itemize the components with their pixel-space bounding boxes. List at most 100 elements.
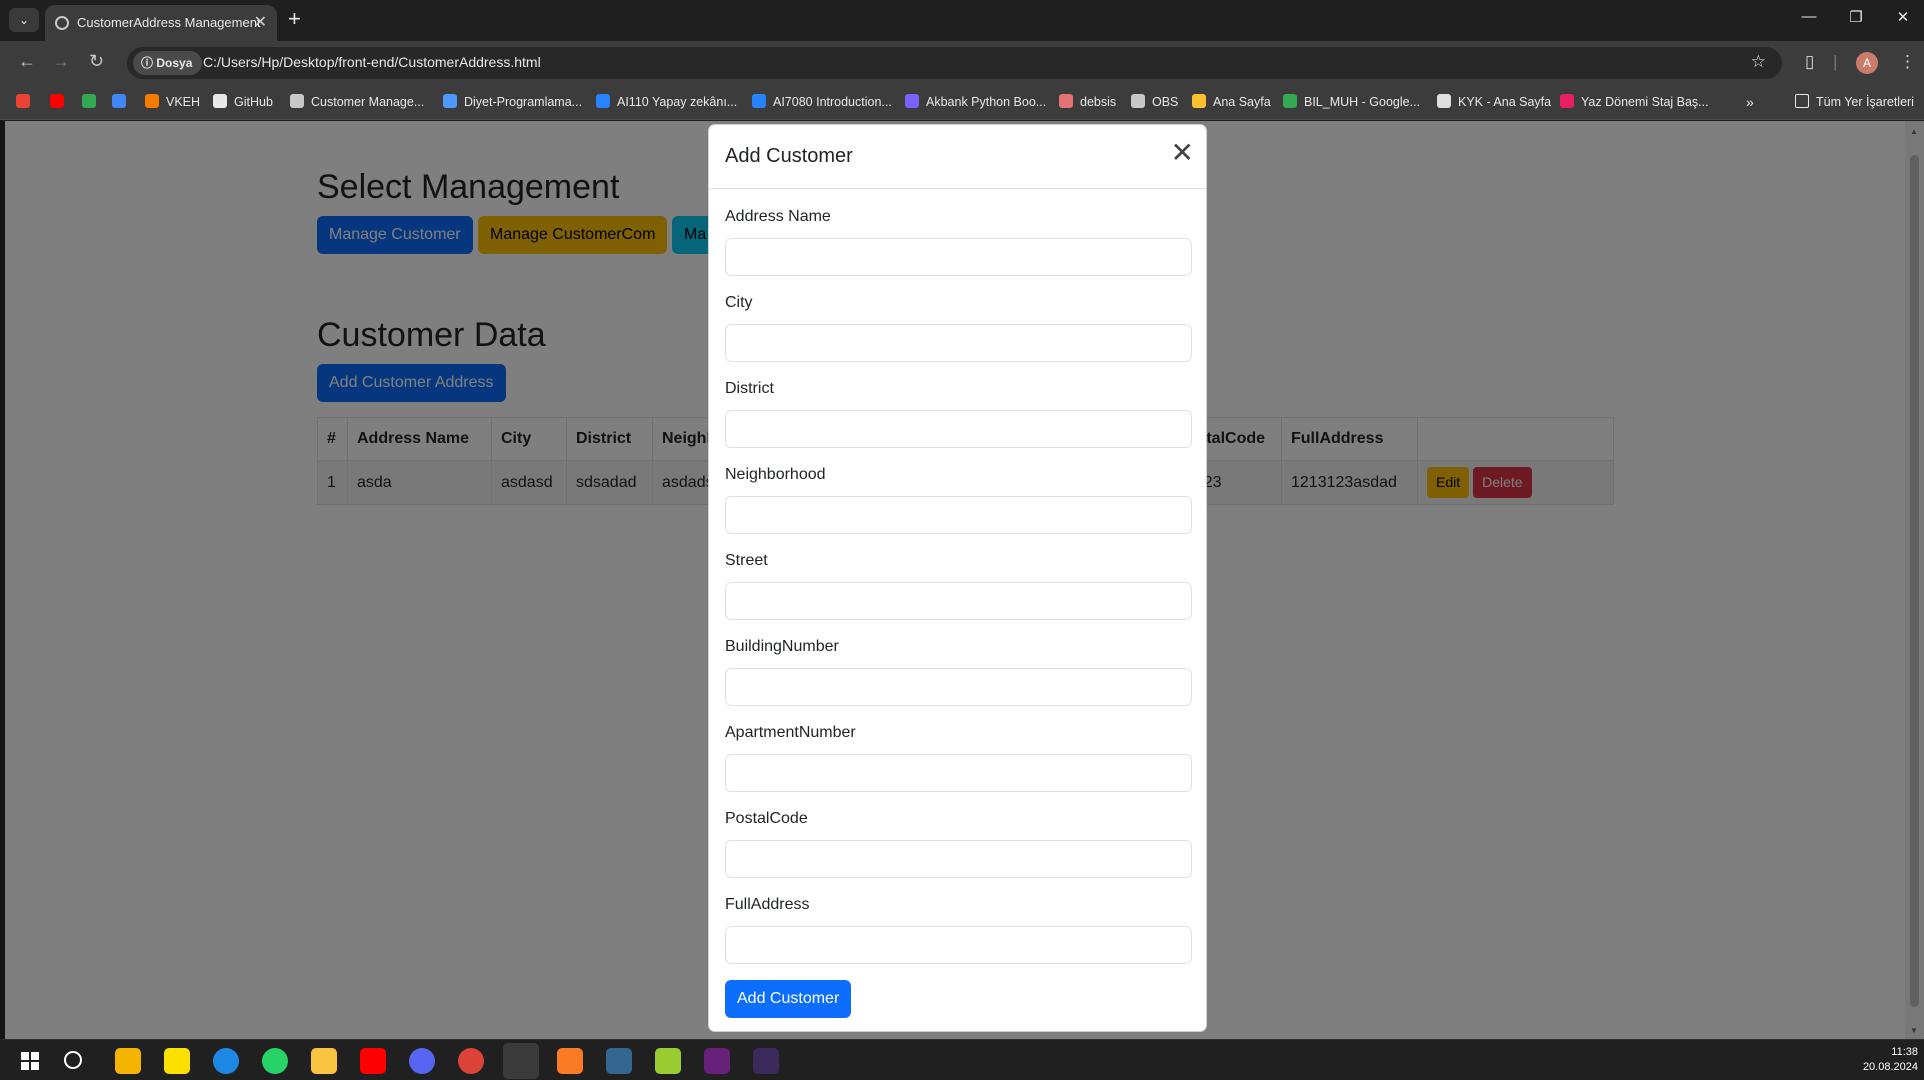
site-info-label: Dosya (156, 56, 193, 70)
close-icon[interactable]: ✕ (1171, 139, 1194, 167)
close-tab-icon[interactable]: ✕ (254, 12, 267, 32)
address-name-input[interactable] (725, 238, 1192, 276)
bookmark-item[interactable] (16, 94, 37, 109)
chrome-active-icon[interactable] (503, 1043, 539, 1079)
browser-tab[interactable]: CustomerAddress Management ✕ (45, 5, 277, 41)
globe-icon (290, 94, 304, 108)
info-icon: ⓘ (141, 56, 157, 70)
street-input[interactable] (725, 582, 1192, 620)
bookmark-item[interactable]: debsis (1059, 94, 1116, 109)
apartment-number-label: ApartmentNumber (725, 724, 856, 741)
tab-strip: ⌄ CustomerAddress Management ✕ + — ❐ ✕ (0, 0, 1924, 41)
full-address-input[interactable] (725, 926, 1192, 964)
kyk-icon (1437, 94, 1451, 108)
bookmark-item[interactable]: OBS (1131, 94, 1178, 109)
bookmark-item[interactable]: GitHub (213, 94, 273, 109)
bookmark-label: Yaz Dönemi Staj Baş... (1581, 95, 1709, 109)
vkeh-icon (145, 94, 159, 108)
file-explorer-icon[interactable] (311, 1048, 337, 1074)
window-close-icon[interactable]: ✕ (1883, 8, 1923, 26)
system-clock[interactable]: 11:38 20.08.2024 (1863, 1045, 1918, 1075)
apartment-number-input[interactable] (725, 754, 1192, 792)
menu-icon[interactable]: ⋮ (1899, 52, 1916, 72)
xampp-icon[interactable] (557, 1048, 583, 1074)
full-address-label: FullAddress (725, 896, 810, 913)
building-number-input[interactable] (725, 668, 1192, 706)
terminal-icon[interactable] (753, 1048, 779, 1074)
back-icon[interactable]: ← (18, 51, 36, 72)
bookmark-item[interactable]: Ana Sayfa (1192, 94, 1271, 109)
drive-icon (1283, 94, 1297, 108)
minimize-icon[interactable]: — (1789, 8, 1829, 25)
postal-code-input[interactable] (725, 840, 1192, 878)
bookmark-item[interactable] (82, 94, 103, 109)
tool-icon[interactable] (655, 1048, 681, 1074)
bookmark-item[interactable] (50, 94, 71, 109)
pen-icon (752, 94, 766, 108)
city-group: City (725, 291, 1192, 362)
edge-icon[interactable] (213, 1048, 239, 1074)
profile-avatar[interactable]: A (1856, 52, 1878, 74)
discord-icon[interactable] (409, 1048, 435, 1074)
postgresql-icon[interactable] (606, 1048, 632, 1074)
bookmark-item[interactable]: AI7080 Introduction... (752, 94, 892, 109)
whatsapp-icon[interactable] (262, 1048, 288, 1074)
page-viewport: Select Management Manage Customer Manage… (0, 121, 1924, 1039)
visual-studio-icon[interactable] (704, 1048, 730, 1074)
bookmark-item[interactable]: KYK - Ana Sayfa (1437, 94, 1551, 109)
bookmark-label: OBS (1152, 95, 1179, 109)
add-customer-modal: Add Customer ✕ Address Name City Distric… (708, 124, 1207, 1032)
bookmark-label: Diyet-Programlama... (464, 95, 583, 109)
bookmark-label: Customer Manage... (311, 95, 425, 109)
bookmark-item[interactable]: Yaz Dönemi Staj Baş... (1560, 94, 1709, 109)
site-info-chip[interactable]: ⓘ Dosya (133, 51, 203, 75)
bookmark-item[interactable]: Customer Manage... (290, 94, 424, 109)
extensions-icon[interactable]: ▯ (1805, 52, 1814, 72)
gmail-icon (16, 94, 30, 108)
building-number-label: BuildingNumber (725, 638, 839, 655)
address-name-label: Address Name (725, 208, 831, 225)
pen-icon (596, 94, 610, 108)
reload-icon[interactable]: ↻ (89, 51, 104, 72)
youtube-app-icon[interactable] (360, 1048, 386, 1074)
new-tab-button[interactable]: + (288, 6, 301, 32)
neighborhood-input[interactable] (725, 496, 1192, 534)
neighborhood-group: Neighborhood (725, 463, 1192, 534)
bookmark-item[interactable]: VKEH (145, 94, 200, 109)
bookmark-item[interactable] (112, 94, 133, 109)
bookmark-item[interactable]: Akbank Python Boo... (905, 94, 1046, 109)
add-customer-submit-button[interactable]: Add Customer (725, 980, 852, 1018)
postal-code-group: PostalCode (725, 807, 1192, 878)
neighborhood-label: Neighborhood (725, 466, 826, 483)
store-icon[interactable] (115, 1048, 141, 1074)
folder-icon (1795, 94, 1809, 108)
youtube-icon (50, 94, 64, 108)
more-bookmarks-icon[interactable]: » (1746, 94, 1754, 110)
github-icon (213, 94, 227, 108)
bookmark-item[interactable]: Diyet-Programlama... (443, 94, 582, 109)
tab-search-button[interactable]: ⌄ (9, 8, 39, 32)
apartment-number-group: ApartmentNumber (725, 721, 1192, 792)
full-address-group: FullAddress (725, 893, 1192, 964)
bookmark-star-icon[interactable]: ☆ (1751, 52, 1766, 72)
street-label: Street (725, 552, 768, 569)
url-text[interactable]: C:/Users/Hp/Desktop/front-end/CustomerAd… (203, 54, 541, 70)
chrome-icon[interactable] (458, 1048, 484, 1074)
address-bar[interactable]: ⓘ Dosya C:/Users/Hp/Desktop/front-end/Cu… (127, 47, 1782, 79)
windows-start-icon[interactable] (21, 1052, 39, 1070)
restore-icon[interactable]: ❐ (1836, 8, 1876, 26)
district-input[interactable] (725, 410, 1192, 448)
sticky-notes-icon[interactable] (164, 1048, 190, 1074)
city-input[interactable] (725, 324, 1192, 362)
search-icon[interactable] (64, 1051, 82, 1069)
bookmark-item[interactable]: AI110 Yapay zekânı... (596, 94, 737, 109)
list-icon (905, 94, 919, 108)
building-number-group: BuildingNumber (725, 635, 1192, 706)
all-bookmarks-folder[interactable]: Tüm Yer İşaretleri (1795, 94, 1914, 109)
home-icon (1192, 94, 1206, 108)
forward-icon[interactable]: → (52, 51, 70, 72)
modal-title: Add Customer (725, 145, 853, 167)
bookmark-item[interactable]: BIL_MUH - Google... (1283, 94, 1420, 109)
bookmarks-bar: VKEH GitHub Customer Manage... Diyet-Progra… (0, 85, 1924, 120)
bookmark-label: BIL_MUH - Google... (1304, 95, 1421, 109)
